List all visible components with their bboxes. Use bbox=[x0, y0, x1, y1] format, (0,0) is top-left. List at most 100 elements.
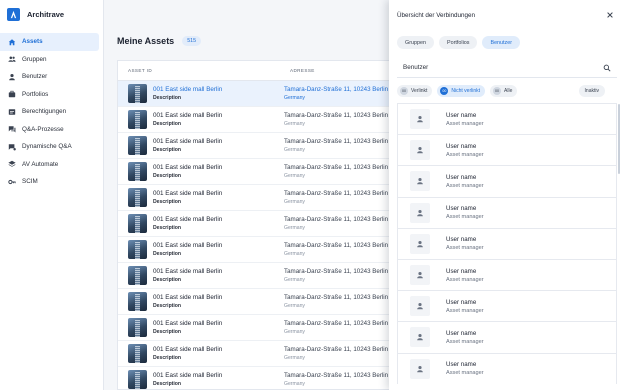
table-row[interactable]: 001 East side mall Berlin Description Tama… bbox=[118, 185, 407, 211]
sidebar-item-qa-prozesse[interactable]: Q&A-Prozesse bbox=[0, 121, 99, 139]
asset-thumbnail bbox=[128, 136, 147, 155]
address-country: Germany bbox=[284, 147, 305, 153]
address-country: Germany bbox=[284, 199, 305, 205]
table-row[interactable]: 001 East side mall Berlin Description Tama… bbox=[118, 159, 407, 185]
address-country: Germany bbox=[284, 355, 305, 361]
user-text: User name Asset manager bbox=[446, 236, 484, 251]
table-row[interactable]: 001 East side mall Berlin Description Tama… bbox=[118, 107, 407, 133]
user-role: Asset manager bbox=[446, 338, 484, 345]
column-header-asset-id[interactable]: ASSET ID bbox=[118, 68, 290, 73]
asset-thumbnail bbox=[128, 266, 147, 285]
address-street: Tamara-Danz-Straße 11, 10243 Berlin bbox=[284, 164, 389, 171]
filter-count: 00 bbox=[440, 87, 449, 95]
avatar bbox=[410, 202, 430, 223]
sidebar-item-portfolios[interactable]: Portfolios bbox=[0, 86, 99, 104]
user-role: Asset manager bbox=[446, 151, 484, 158]
sidebar-item-label: SCIM bbox=[22, 178, 38, 186]
table-row[interactable]: 001 East side mall Berlin Description Tama… bbox=[118, 289, 407, 315]
close-icon[interactable] bbox=[606, 11, 614, 19]
table-row[interactable]: 001 East side mall Berlin Description Tama… bbox=[118, 367, 407, 389]
user-role: Asset manager bbox=[446, 370, 484, 377]
search-input[interactable] bbox=[403, 64, 593, 71]
user-list-item[interactable]: User name Asset manager bbox=[397, 134, 617, 166]
sidebar-item-dynamische-qa[interactable]: Dynamische Q&A bbox=[0, 138, 99, 156]
home-icon bbox=[8, 38, 16, 46]
address-cell: Tamara-Danz-Straße 11, 10243 Berlin Germa… bbox=[284, 268, 388, 283]
sidebar-item-gruppen[interactable]: Gruppen bbox=[0, 51, 99, 69]
user-list-item[interactable]: User name Asset manager bbox=[397, 103, 617, 135]
table-row[interactable]: 001 East side mall Berlin Description Tama… bbox=[118, 211, 407, 237]
address-street: Tamara-Danz-Straße 11, 10243 Berlin bbox=[284, 242, 389, 249]
asset-thumbnail bbox=[128, 240, 147, 259]
address-street: Tamara-Danz-Straße 11, 10243 Berlin bbox=[284, 112, 389, 119]
asset-thumbnail bbox=[128, 188, 147, 207]
address-cell: Tamara-Danz-Straße 11, 10243 Berlin Germa… bbox=[284, 164, 388, 179]
address-street: Tamara-Danz-Straße 11, 10243 Berlin bbox=[284, 86, 389, 93]
address-street: Tamara-Danz-Straße 11, 10243 Berlin bbox=[284, 346, 389, 353]
brand-name: Architrave bbox=[27, 9, 65, 19]
address-country: Germany bbox=[284, 381, 305, 387]
avatar bbox=[410, 171, 430, 192]
filter-inaktiv[interactable]: Inaktiv bbox=[578, 85, 605, 97]
asset-name: 001 East side mall Berlin bbox=[153, 86, 223, 93]
address-country: Germany bbox=[284, 225, 305, 231]
avatar bbox=[410, 327, 430, 348]
sidebar-item-benutzer[interactable]: Benutzer bbox=[0, 68, 99, 86]
address-country: Germany bbox=[284, 329, 305, 335]
asset-thumbnail bbox=[128, 214, 147, 233]
filter-alle[interactable]: 00 Alle bbox=[490, 85, 518, 97]
address-street: Tamara-Danz-Straße 11, 10243 Berlin bbox=[284, 138, 389, 145]
table-row[interactable]: 001 East side mall Berlin Description Tama… bbox=[118, 315, 407, 341]
filter-label: Verlinkt bbox=[411, 88, 428, 94]
user-list-item[interactable]: User name Asset manager bbox=[397, 258, 617, 291]
user-list-item[interactable]: User name Asset manager bbox=[397, 227, 617, 259]
table-row[interactable]: 001 East side mall Berlin Description Tama… bbox=[118, 237, 407, 263]
asset-description: Description bbox=[153, 303, 182, 309]
user-text: User name Asset manager bbox=[446, 143, 484, 158]
address-country: Germany bbox=[284, 277, 305, 283]
address-cell: Tamara-Danz-Straße 11, 10243 Berlin Germa… bbox=[284, 138, 388, 153]
asset-thumbnail bbox=[128, 292, 147, 311]
asset-description: Description bbox=[153, 225, 182, 231]
sidebar-item-scim[interactable]: SCIM bbox=[0, 173, 99, 191]
tab-portfolios[interactable]: Portfolios bbox=[438, 36, 478, 49]
user-list-item[interactable]: User name Asset manager bbox=[397, 196, 617, 228]
asset-description: Description bbox=[153, 147, 182, 153]
person-icon bbox=[417, 116, 423, 123]
brand[interactable]: Architrave bbox=[0, 0, 103, 28]
user-name: User name bbox=[446, 205, 477, 213]
sidebar-item-berechtigungen[interactable]: Berechtigungen bbox=[0, 103, 99, 121]
asset-thumbnail bbox=[128, 84, 147, 103]
tab-gruppen[interactable]: Gruppen bbox=[397, 36, 434, 49]
user-list-item[interactable]: User name Asset manager bbox=[397, 321, 617, 353]
table-row[interactable]: 001 East side mall Berlin Description Tama… bbox=[118, 133, 407, 159]
architrave-logo-icon bbox=[7, 7, 20, 21]
address-street: Tamara-Danz-Straße 11, 10243 Berlin bbox=[284, 294, 389, 301]
table-row[interactable]: 001 East side mall Berlin Description Tama… bbox=[118, 81, 407, 107]
user-list-item[interactable]: User name Asset manager bbox=[397, 165, 617, 197]
address-street: Tamara-Danz-Straße 11, 10243 Berlin bbox=[284, 268, 389, 275]
person-icon bbox=[417, 334, 423, 341]
sidebar-item-av-automate[interactable]: AV Automate bbox=[0, 156, 99, 174]
table-row[interactable]: 001 East side mall Berlin Description Tama… bbox=[118, 263, 407, 289]
asset-count-badge: 515 bbox=[182, 36, 202, 46]
filter-nicht-verlinkt[interactable]: 00 Nicht verlinkt bbox=[437, 85, 486, 97]
asset-description: Description bbox=[153, 381, 182, 387]
user-list-scrollbar[interactable] bbox=[618, 104, 620, 174]
column-header-address[interactable]: ADRESSE bbox=[290, 68, 315, 73]
tab-benutzer[interactable]: Benutzer bbox=[482, 36, 521, 49]
search-icon[interactable] bbox=[603, 64, 611, 72]
user-text: User name Asset manager bbox=[446, 112, 484, 127]
address-cell: Tamara-Danz-Straße 11, 10243 Berlin Germa… bbox=[284, 86, 388, 101]
asset-description: Description bbox=[153, 277, 182, 283]
sidebar-item-label: Berechtigungen bbox=[22, 108, 67, 116]
user-list-item[interactable]: User name Asset manager bbox=[397, 352, 617, 384]
address-cell: Tamara-Danz-Straße 11, 10243 Berlin Germa… bbox=[284, 372, 388, 387]
sidebar-item-assets[interactable]: Assets bbox=[0, 33, 99, 51]
table-row[interactable]: 001 East side mall Berlin Description Tama… bbox=[118, 341, 407, 367]
sidebar-item-label: Assets bbox=[22, 38, 43, 46]
asset-name: 001 East side mall Berlin bbox=[153, 216, 223, 223]
user-text: User name Asset manager bbox=[446, 268, 484, 283]
filter-verlinkt[interactable]: 00 Verlinkt bbox=[397, 85, 433, 97]
user-list-item[interactable]: User name Asset manager bbox=[397, 290, 617, 322]
